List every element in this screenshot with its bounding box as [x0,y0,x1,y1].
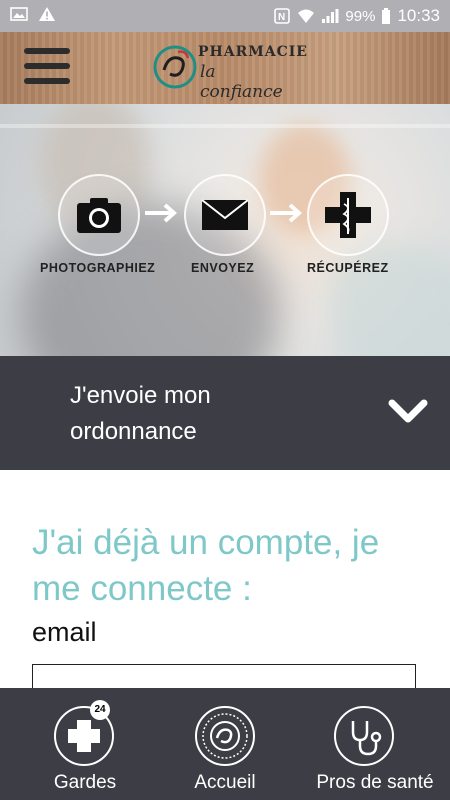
battery-icon [382,8,391,24]
hero-banner: PHOTOGRAPHIEZ ENVOYEZ RÉCUPÉREZ [0,104,450,356]
nav-label-gardes: Gardes [53,772,117,793]
accordion-title-line1: J'envoie mon [70,382,211,409]
envelope-icon [201,199,249,230]
nfc-icon: N [274,8,291,24]
nav-label-accueil: Accueil [194,772,256,793]
stethoscope-icon [334,706,394,766]
step-label-send: ENVOYEZ [191,261,255,275]
badge-24: 24 [90,700,110,720]
image-icon [10,7,28,21]
bottom-navigation: 24 Gardes Accueil Pros de santé [0,688,450,800]
nav-pros-de-sante[interactable]: Pros de santé [300,688,450,800]
send-prescription-accordion[interactable]: J'envoie mon ordonnance [0,356,450,470]
nav-accueil[interactable]: Accueil [150,688,300,800]
email-label: email [32,617,97,647]
login-heading-line1: J'ai déjà un compte, je [32,523,380,562]
svg-text:N: N [278,12,285,23]
accordion-title: J'envoie mon ordonnance [70,378,330,450]
battery-percent: 99% [345,7,376,25]
logo-icon [195,706,255,766]
step-send [184,174,266,256]
login-heading-line2: me connecte : [32,569,252,608]
accordion-title-line2: ordonnance [70,418,197,445]
step-label-retrieve: RÉCUPÉREZ [307,261,389,275]
arrow-right-icon [270,203,303,223]
clock: 10:33 [397,6,440,25]
camera-icon [77,198,121,233]
hamburger-menu-icon[interactable] [24,48,70,88]
nav-gardes[interactable]: 24 Gardes [0,688,150,800]
app-header: PHARMACIE la confiance [0,32,450,104]
wifi-icon [298,9,315,23]
pharmacy-cross-icon [325,192,371,238]
warning-icon [39,7,55,21]
arrow-right-icon [145,203,178,223]
login-heading: J'ai déjà un compte, je me connecte : [32,520,432,612]
logo-text-pharmacie: PHARMACIE [198,44,308,60]
chevron-down-icon[interactable] [388,398,428,426]
logo-text-la-confiance: la confiance [200,62,283,102]
status-bar: N 99% 10:33 [0,0,450,32]
logo-mark-icon [153,45,197,89]
step-photograph [58,174,140,256]
step-label-photograph: PHOTOGRAPHIEZ [40,261,156,275]
step-retrieve [307,174,389,256]
signal-icon [322,9,339,23]
nav-label-pros-de-sante: Pros de santé [316,772,434,793]
pharmacy-logo: PHARMACIE la confiance [152,40,307,102]
